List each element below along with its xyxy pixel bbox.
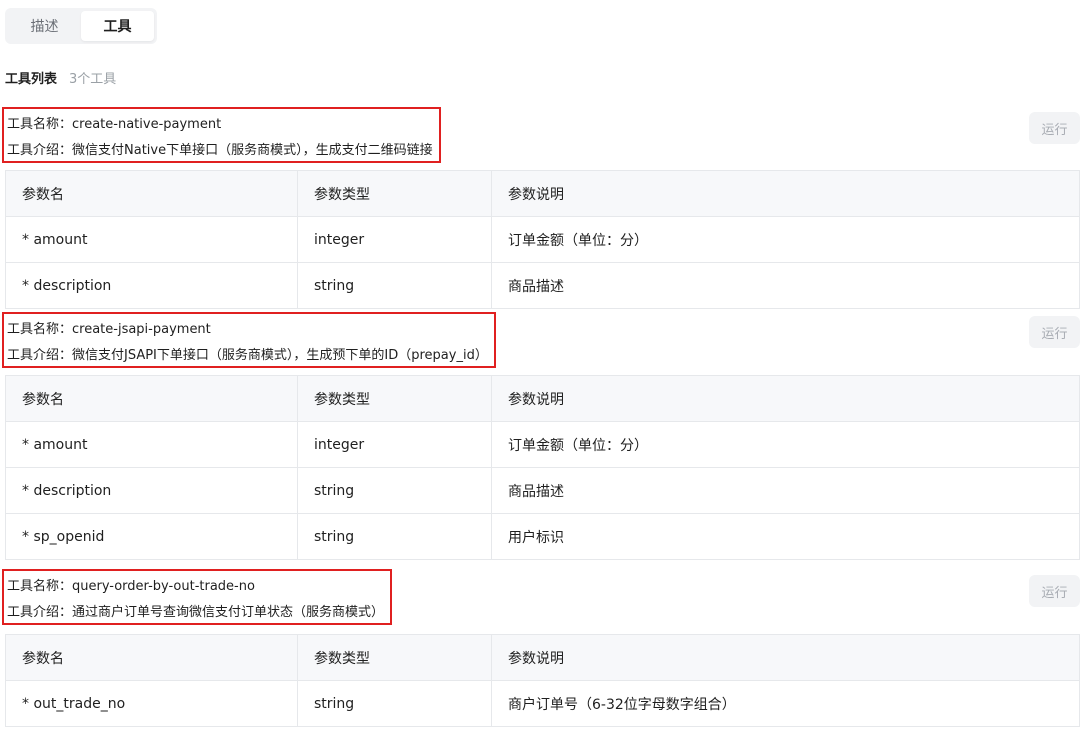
param-name: * amount — [5, 216, 298, 263]
tool-list-header: 工具列表 3个工具 — [5, 68, 117, 87]
run-button[interactable]: 运行 — [1029, 575, 1080, 607]
table-header-row: 参数名 参数类型 参数说明 — [5, 170, 1080, 217]
run-button[interactable]: 运行 — [1029, 316, 1080, 348]
table-row: * amount integer 订单金额（单位：分） — [5, 421, 1080, 468]
tool-list-title: 工具列表 — [5, 71, 58, 87]
param-desc: 商品描述 — [491, 262, 1080, 309]
tab-switcher: 描述 工具 — [5, 8, 157, 44]
param-name: * description — [5, 467, 298, 514]
table-row: * out_trade_no string 商户订单号（6-32位字母数字组合） — [5, 680, 1080, 727]
table-row: * description string 商品描述 — [5, 262, 1080, 309]
param-desc: 订单金额（单位：分） — [491, 216, 1080, 263]
run-button[interactable]: 运行 — [1029, 112, 1080, 144]
param-name: * description — [5, 262, 298, 309]
param-desc: 商品描述 — [491, 467, 1080, 514]
col-header-param-type: 参数类型 — [297, 634, 492, 681]
col-header-param-desc: 参数说明 — [491, 375, 1080, 422]
tab-description[interactable]: 描述 — [8, 11, 81, 41]
col-header-param-desc: 参数说明 — [491, 634, 1080, 681]
col-header-param-name: 参数名 — [5, 170, 298, 217]
tool-info-box: 工具名称：query-order-by-out-trade-no 工具介绍：通过… — [2, 569, 393, 625]
param-type: integer — [297, 421, 492, 468]
tool-name: 工具名称：query-order-by-out-trade-no — [7, 578, 255, 594]
col-header-param-name: 参数名 — [5, 375, 298, 422]
col-header-param-type: 参数类型 — [297, 170, 492, 217]
param-name: * amount — [5, 421, 298, 468]
tool-description: 工具介绍：微信支付Native下单接口（服务商模式），生成支付二维码链接 — [7, 142, 433, 158]
params-table: 参数名 参数类型 参数说明 * amount integer 订单金额（单位：分… — [5, 375, 1080, 560]
param-desc: 订单金额（单位：分） — [491, 421, 1080, 468]
table-header-row: 参数名 参数类型 参数说明 — [5, 634, 1080, 681]
tool-name: 工具名称：create-jsapi-payment — [7, 321, 211, 337]
table-row: * amount integer 订单金额（单位：分） — [5, 216, 1080, 263]
col-header-param-type: 参数类型 — [297, 375, 492, 422]
param-type: string — [297, 467, 492, 514]
tool-description: 工具介绍：通过商户订单号查询微信支付订单状态（服务商模式） — [7, 604, 385, 620]
tool-name: 工具名称：create-native-payment — [7, 116, 222, 132]
tool-description: 工具介绍：微信支付JSAPI下单接口（服务商模式），生成预下单的ID（prepa… — [7, 347, 488, 363]
param-desc: 用户标识 — [491, 513, 1080, 560]
col-header-param-desc: 参数说明 — [491, 170, 1080, 217]
param-type: integer — [297, 216, 492, 263]
param-name: * sp_openid — [5, 513, 298, 560]
col-header-param-name: 参数名 — [5, 634, 298, 681]
param-type: string — [297, 513, 492, 560]
param-type: string — [297, 262, 492, 309]
params-table: 参数名 参数类型 参数说明 * amount integer 订单金额（单位：分… — [5, 170, 1080, 309]
param-desc: 商户订单号（6-32位字母数字组合） — [491, 680, 1080, 727]
param-type: string — [297, 680, 492, 727]
tool-info-box: 工具名称：create-jsapi-payment 工具介绍：微信支付JSAPI… — [2, 312, 496, 368]
tool-info-box: 工具名称：create-native-payment 工具介绍：微信支付Nati… — [2, 107, 441, 163]
tab-tools[interactable]: 工具 — [81, 11, 154, 41]
table-header-row: 参数名 参数类型 参数说明 — [5, 375, 1080, 422]
table-row: * description string 商品描述 — [5, 467, 1080, 514]
params-table: 参数名 参数类型 参数说明 * out_trade_no string 商户订单… — [5, 634, 1080, 727]
param-name: * out_trade_no — [5, 680, 298, 727]
tool-count: 3个工具 — [69, 71, 117, 87]
table-row: * sp_openid string 用户标识 — [5, 513, 1080, 560]
